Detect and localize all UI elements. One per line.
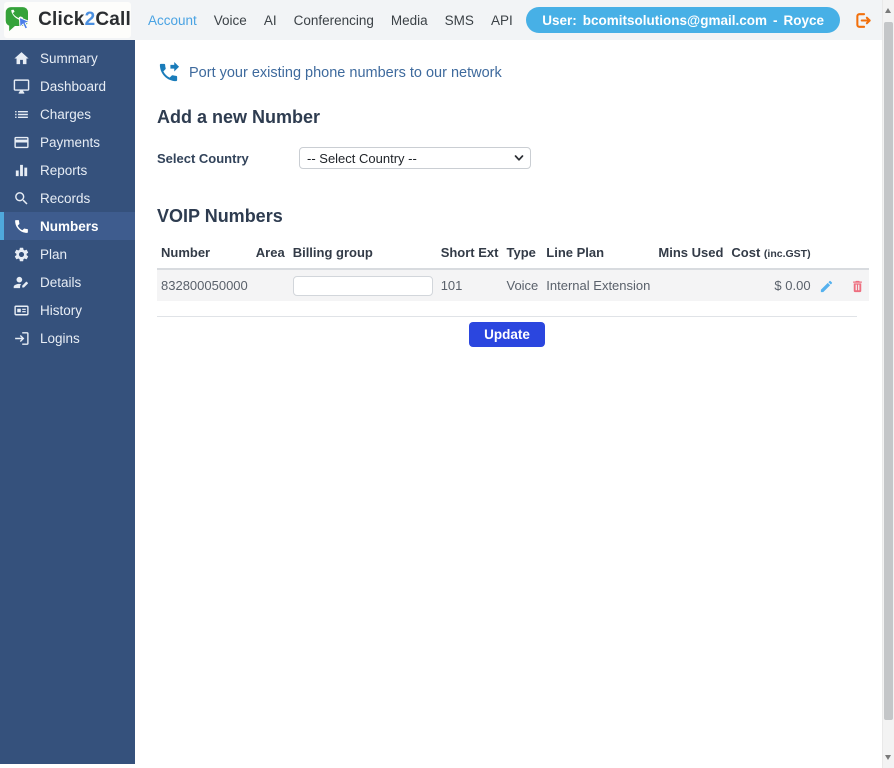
country-select-wrap: -- Select Country -- bbox=[299, 147, 531, 169]
sidebar-item-label: Plan bbox=[40, 246, 68, 262]
scrollbar[interactable] bbox=[882, 0, 894, 768]
col-header-billing: Billing group bbox=[288, 239, 437, 270]
gear-icon bbox=[14, 247, 29, 261]
area-cell bbox=[251, 269, 289, 301]
sidebar-item-history[interactable]: History bbox=[0, 296, 135, 324]
home-icon bbox=[14, 51, 29, 64]
sidebar-item-reports[interactable]: Reports bbox=[0, 156, 135, 184]
mins-used-cell bbox=[654, 269, 728, 301]
monitor-icon bbox=[13, 78, 30, 94]
brand-name: Click2Call bbox=[38, 9, 131, 30]
sidebar-item-label: Reports bbox=[40, 162, 88, 178]
sidebar-item-label: Logins bbox=[40, 330, 80, 346]
scrollbar-down-arrow[interactable] bbox=[885, 755, 891, 760]
click2call-logo-icon bbox=[5, 7, 32, 32]
bar-chart-icon bbox=[15, 164, 28, 176]
sidebar-item-charges[interactable]: Charges bbox=[0, 100, 135, 128]
table-row: 832800050000 101 Voice Internal Extensio… bbox=[157, 269, 870, 301]
col-header-short-ext: Short Ext bbox=[436, 239, 503, 270]
update-row: Update bbox=[157, 322, 857, 347]
col-header-actions bbox=[814, 239, 870, 270]
sidebar-item-label: Numbers bbox=[40, 218, 99, 234]
nav-item-sms[interactable]: SMS bbox=[445, 13, 474, 28]
card-icon bbox=[14, 305, 29, 315]
line-plan-cell: Internal Extension bbox=[542, 269, 655, 301]
user-badge[interactable]: User: bcomitsolutions@gmail.com - Royce bbox=[526, 7, 840, 33]
nav-item-ai[interactable]: AI bbox=[264, 13, 277, 28]
scrollbar-up-arrow[interactable] bbox=[885, 8, 891, 13]
col-header-number: Number bbox=[157, 239, 252, 270]
nav-item-account[interactable]: Account bbox=[148, 13, 197, 28]
trash-icon[interactable] bbox=[850, 279, 865, 294]
voip-numbers-heading: VOIP Numbers bbox=[157, 206, 283, 226]
nav-item-voice[interactable]: Voice bbox=[214, 13, 247, 28]
sidebar-item-logins[interactable]: Logins bbox=[0, 324, 135, 352]
search-icon bbox=[15, 191, 28, 205]
table-divider bbox=[157, 316, 857, 317]
phone-forward-icon bbox=[159, 61, 180, 82]
sidebar-item-dashboard[interactable]: Dashboard bbox=[0, 72, 135, 100]
phone-icon bbox=[15, 219, 28, 233]
sidebar-item-label: Details bbox=[40, 274, 82, 290]
login-arrow-icon bbox=[15, 331, 29, 345]
sidebar-item-label: Charges bbox=[40, 106, 92, 122]
sidebar-item-payments[interactable]: Payments bbox=[0, 128, 135, 156]
user-email: bcomitsolutions@gmail.com bbox=[582, 12, 767, 28]
sidebar: Summary Dashboard Charges Payments Repor… bbox=[0, 40, 135, 764]
top-bar: Click2Call Account Voice AI Conferencing… bbox=[0, 0, 882, 40]
sidebar-item-label: Payments bbox=[40, 134, 101, 150]
select-country-row: Select Country -- Select Country -- bbox=[157, 147, 882, 169]
cost-cell: $ 0.00 bbox=[727, 269, 815, 301]
billing-group-cell bbox=[288, 269, 437, 301]
select-country-label: Select Country bbox=[157, 150, 249, 166]
sidebar-item-plan[interactable]: Plan bbox=[0, 240, 135, 268]
user-edit-icon bbox=[13, 276, 28, 288]
actions-cell bbox=[814, 269, 870, 301]
sidebar-item-summary[interactable]: Summary bbox=[0, 44, 135, 72]
add-number-heading: Add a new Number bbox=[157, 107, 321, 127]
port-numbers-link[interactable]: Port your existing phone numbers to our … bbox=[157, 61, 502, 84]
type-cell: Voice bbox=[502, 269, 543, 301]
port-link-label: Port your existing phone numbers to our … bbox=[189, 64, 502, 81]
brand-logo[interactable]: Click2Call bbox=[4, 2, 131, 38]
user-name: Royce bbox=[783, 12, 824, 28]
sidebar-item-label: Summary bbox=[40, 50, 98, 66]
sidebar-item-records[interactable]: Records bbox=[0, 184, 135, 212]
col-header-line-plan: Line Plan bbox=[542, 239, 655, 270]
user-badge-prefix: User: bbox=[542, 12, 577, 28]
logout-icon[interactable] bbox=[853, 11, 872, 30]
credit-card-icon bbox=[14, 136, 29, 148]
sidebar-item-details[interactable]: Details bbox=[0, 268, 135, 296]
update-button[interactable]: Update bbox=[469, 322, 545, 347]
sidebar-item-label: History bbox=[40, 302, 83, 318]
edit-icon[interactable] bbox=[819, 279, 834, 294]
sidebar-item-label: Dashboard bbox=[40, 78, 107, 94]
col-header-area: Area bbox=[251, 239, 289, 270]
nav-item-media[interactable]: Media bbox=[391, 13, 428, 28]
short-ext-cell: 101 bbox=[436, 269, 503, 301]
nav-item-conferencing[interactable]: Conferencing bbox=[294, 13, 374, 28]
main-content: Port your existing phone numbers to our … bbox=[135, 40, 882, 768]
scrollbar-thumb[interactable] bbox=[884, 22, 893, 720]
number-cell: 832800050000 bbox=[157, 269, 252, 301]
list-icon bbox=[15, 110, 28, 118]
col-header-type: Type bbox=[502, 239, 543, 270]
nav-item-api[interactable]: API bbox=[491, 13, 513, 28]
sidebar-item-label: Records bbox=[40, 190, 91, 206]
billing-group-input[interactable] bbox=[292, 275, 433, 296]
col-header-cost: Cost (inc.GST) bbox=[727, 239, 815, 270]
table-header-row: Number Area Billing group Short Ext Type… bbox=[157, 239, 870, 270]
user-badge-separator: - bbox=[772, 12, 778, 28]
country-select[interactable]: -- Select Country -- bbox=[299, 147, 531, 169]
voip-table: Number Area Billing group Short Ext Type… bbox=[157, 239, 870, 301]
top-nav: Account Voice AI Conferencing Media SMS … bbox=[148, 13, 513, 28]
sidebar-item-numbers[interactable]: Numbers bbox=[0, 212, 135, 240]
col-header-mins-used: Mins Used bbox=[654, 239, 728, 270]
cost-gst-suffix: (inc.GST) bbox=[763, 248, 811, 260]
